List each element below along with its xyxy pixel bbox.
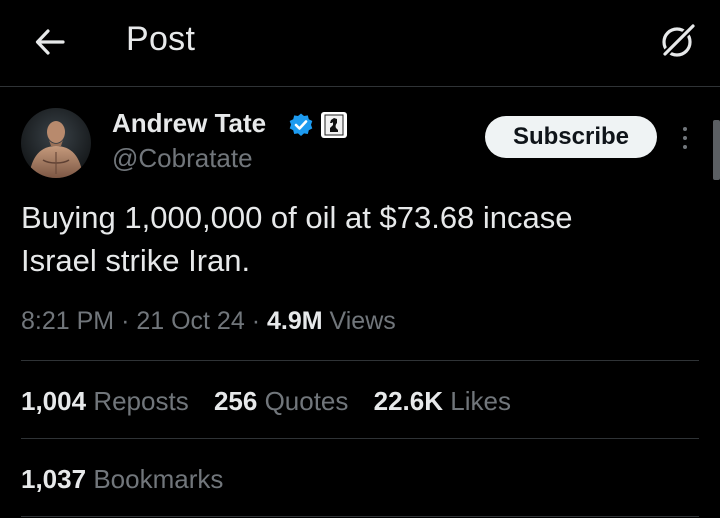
meta-separator: · xyxy=(121,307,130,335)
divider xyxy=(21,438,699,439)
affiliate-badge[interactable] xyxy=(321,112,347,138)
bookmarks-label: Bookmarks xyxy=(93,464,224,494)
grok-icon xyxy=(661,22,697,58)
avatar-photo xyxy=(21,108,91,178)
bookmarks-stat-inner: 1,037 Bookmarks xyxy=(21,464,223,495)
scrollbar-thumb[interactable] xyxy=(713,120,720,180)
header-divider xyxy=(0,86,720,87)
meta-separator: · xyxy=(251,307,261,335)
top-bar: Post xyxy=(0,0,720,86)
reposts-stat[interactable]: 1,004 Reposts xyxy=(21,386,189,417)
post-text: Buying 1,000,000 of oil at $73.68 incase… xyxy=(21,196,681,282)
post-time[interactable]: 8:21 PM xyxy=(21,307,114,335)
back-button[interactable] xyxy=(30,22,70,62)
page-title: Post xyxy=(126,20,196,58)
quotes-stat[interactable]: 256 Quotes xyxy=(214,386,348,417)
engagement-stats: 1,004 Reposts 256 Quotes 22.6K Likes xyxy=(21,386,529,417)
more-dot-icon xyxy=(683,127,687,131)
divider xyxy=(21,516,699,517)
post-meta: 8:21 PM · 21 Oct 24 · 4.9M Views xyxy=(21,307,396,336)
likes-label: Likes xyxy=(450,386,511,416)
bookmarks-count: 1,037 xyxy=(21,464,87,494)
subscribe-button[interactable]: Subscribe xyxy=(485,116,657,158)
grok-button[interactable] xyxy=(654,18,702,64)
verified-badge-icon xyxy=(289,113,313,136)
arrow-left-icon xyxy=(35,29,65,55)
reposts-label: Reposts xyxy=(93,386,189,416)
more-dot-icon xyxy=(683,136,687,140)
more-options-button[interactable] xyxy=(672,120,698,156)
avatar[interactable] xyxy=(21,108,91,178)
quotes-label: Quotes xyxy=(264,386,349,416)
views-label: Views xyxy=(329,307,396,335)
likes-stat[interactable]: 22.6K Likes xyxy=(374,386,511,417)
post-date[interactable]: 21 Oct 24 xyxy=(136,307,244,335)
reposts-count: 1,004 xyxy=(21,386,87,416)
likes-count: 22.6K xyxy=(373,386,444,416)
post-text-line: Buying 1,000,000 of oil at $73.68 incase xyxy=(21,200,573,235)
views-count: 4.9M xyxy=(266,307,323,335)
quotes-count: 256 xyxy=(213,386,258,416)
author-handle[interactable]: @Cobratate xyxy=(112,143,253,174)
bookmarks-stat[interactable]: 1,037 Bookmarks xyxy=(21,464,223,495)
author-name[interactable]: Andrew Tate xyxy=(112,108,266,139)
chess-knight-icon xyxy=(324,114,344,136)
divider xyxy=(21,360,699,361)
post-text-line: Israel strike Iran. xyxy=(21,243,251,278)
more-dot-icon xyxy=(683,145,687,149)
